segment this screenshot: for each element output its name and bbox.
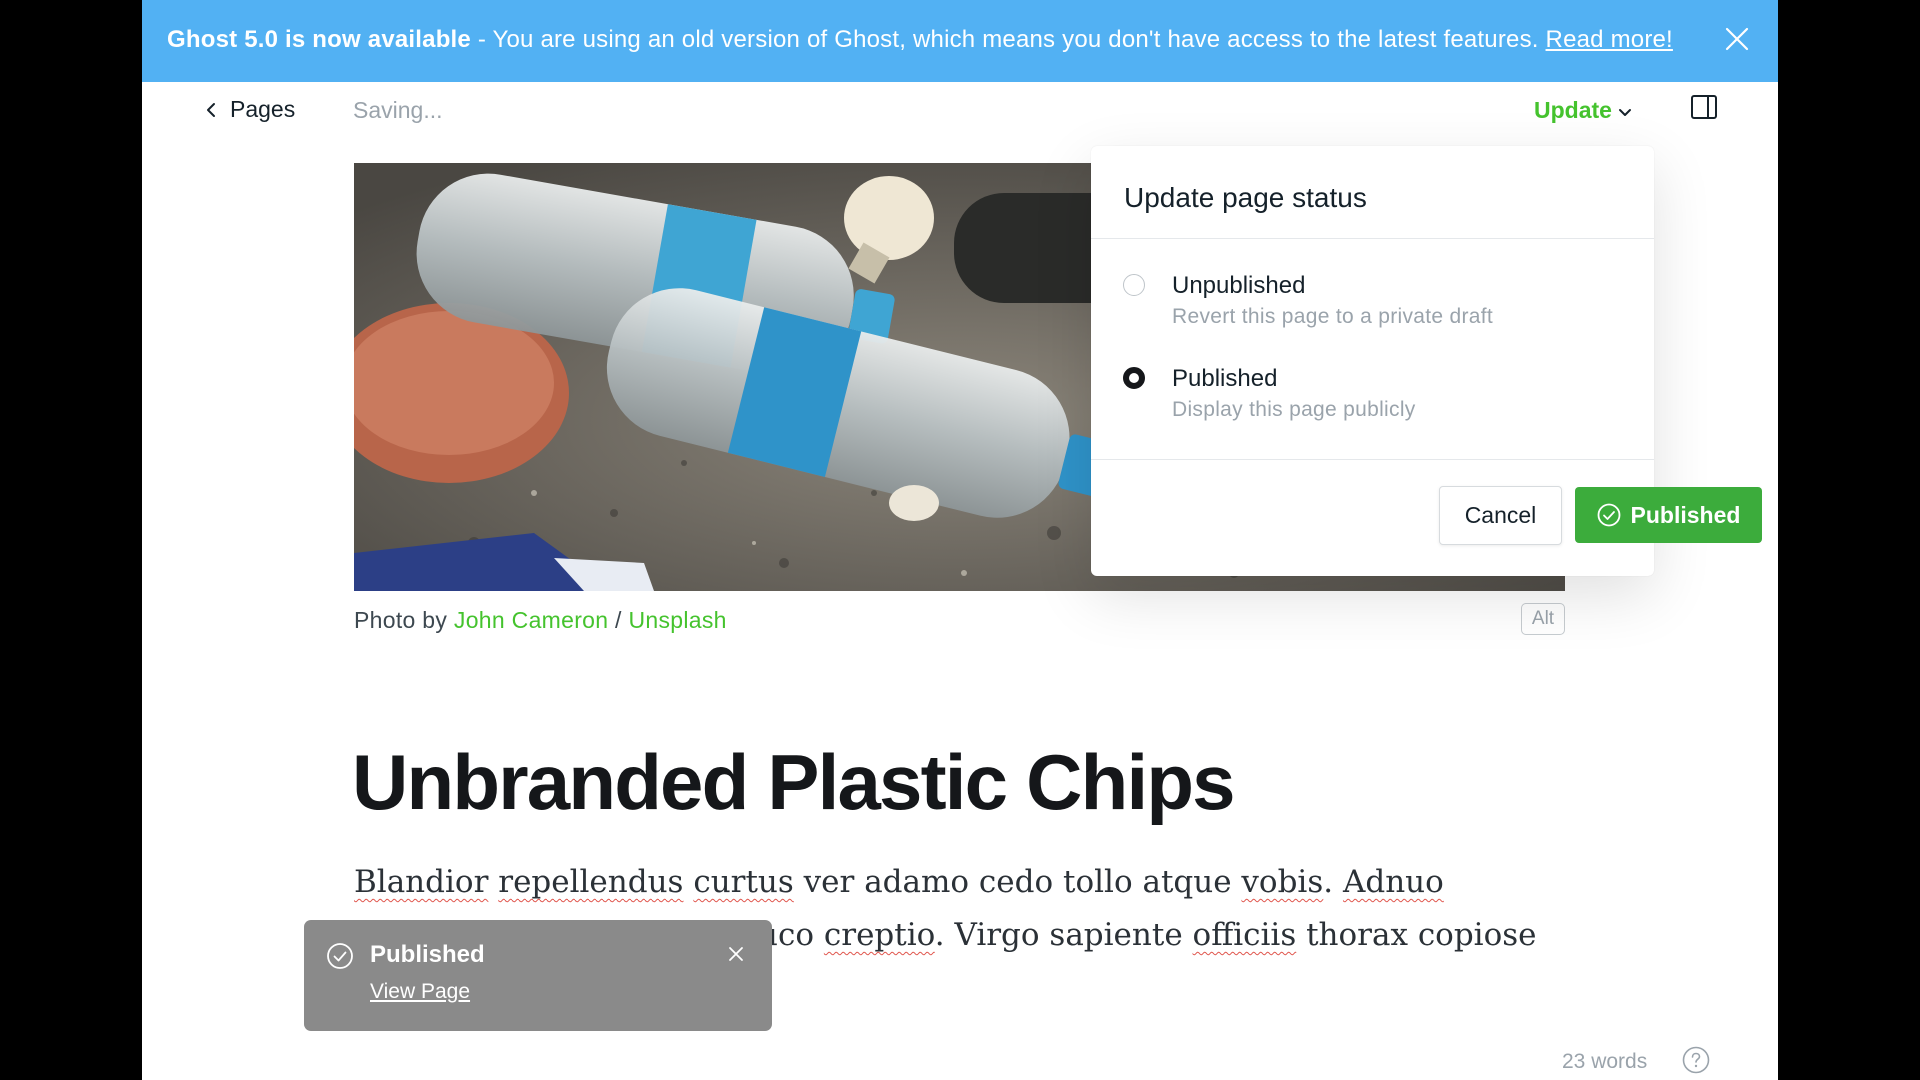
- chevron-down-icon: [1618, 108, 1631, 116]
- save-status: Saving...: [353, 97, 443, 123]
- published-button[interactable]: Published: [1575, 487, 1762, 543]
- published-radio[interactable]: [1123, 367, 1145, 389]
- published-toast: Published View Page: [304, 920, 772, 1031]
- popover-title: Update page status: [1091, 146, 1654, 239]
- option-label: Unpublished: [1172, 272, 1306, 299]
- misspelled-word: officiis: [1192, 917, 1297, 953]
- unpublished-radio[interactable]: [1123, 274, 1145, 296]
- body-text-segment: ver adamo cedo tollo atque: [793, 864, 1242, 900]
- back-label: Pages: [230, 96, 296, 122]
- check-circle-icon: [1597, 503, 1620, 527]
- alt-text-button[interactable]: Alt: [1521, 603, 1565, 635]
- caption-prefix: Photo by: [354, 607, 454, 633]
- caption-separator: /: [608, 607, 629, 633]
- published-button-label: Published: [1630, 501, 1741, 528]
- back-to-pages-button[interactable]: Pages: [206, 96, 295, 123]
- word-count: 23 words: [1562, 1050, 1648, 1073]
- view-page-link[interactable]: View Page: [370, 980, 470, 1004]
- misspelled-word: creptio: [823, 917, 935, 953]
- body-text-segment: [683, 864, 693, 900]
- option-description: Display this page publicly: [1172, 398, 1416, 421]
- chevron-left-icon: [207, 102, 215, 117]
- editor-topbar: Pages Saving... Update: [142, 82, 1778, 142]
- check-circle-icon: [327, 943, 353, 969]
- option-description: Revert this page to a private draft: [1172, 305, 1493, 328]
- popover-divider: [1091, 459, 1654, 460]
- unsplash-link[interactable]: Unsplash: [628, 607, 726, 633]
- update-dropdown-button[interactable]: Update: [1534, 97, 1632, 124]
- misspelled-word: curtus: [693, 864, 794, 900]
- ghost-editor: Ghost 5.0 is now available - You are usi…: [142, 0, 1778, 1080]
- misspelled-word: vobis: [1241, 864, 1324, 900]
- image-caption[interactable]: Photo by John Cameron / Unsplash: [354, 607, 727, 634]
- question-icon: [1682, 1046, 1710, 1074]
- misspelled-word: repellendus: [498, 864, 684, 900]
- option-label: Published: [1172, 365, 1278, 392]
- banner-text: Ghost 5.0 is now available - You are usi…: [167, 26, 1673, 54]
- body-text-segment: .: [1323, 864, 1343, 900]
- misspelled-word: Adnuo: [1342, 864, 1444, 900]
- post-title[interactable]: Unbranded Plastic Chips: [352, 737, 1236, 828]
- help-button[interactable]: [1682, 1046, 1710, 1079]
- banner-message: - You are using an old version of Ghost,…: [470, 26, 1546, 53]
- cancel-button[interactable]: Cancel: [1439, 486, 1562, 545]
- settings-sidebar-toggle[interactable]: [1690, 94, 1718, 125]
- read-more-link[interactable]: Read more!: [1546, 26, 1673, 53]
- misspelled-word: Blandior: [354, 864, 489, 900]
- close-icon[interactable]: [1724, 26, 1750, 52]
- photographer-link[interactable]: John Cameron: [454, 607, 608, 633]
- sidebar-icon: [1691, 95, 1717, 119]
- update-label: Update: [1534, 97, 1612, 123]
- banner-heading: Ghost 5.0 is now available: [167, 26, 471, 53]
- upgrade-banner: Ghost 5.0 is now available - You are usi…: [142, 0, 1778, 82]
- toast-title: Published: [370, 941, 485, 968]
- body-text-segment: [488, 864, 498, 900]
- close-icon[interactable]: [728, 946, 744, 962]
- body-text-segment: . Virgo sapiente: [934, 917, 1193, 953]
- update-status-popover: Update page status Unpublished Revert th…: [1091, 146, 1654, 576]
